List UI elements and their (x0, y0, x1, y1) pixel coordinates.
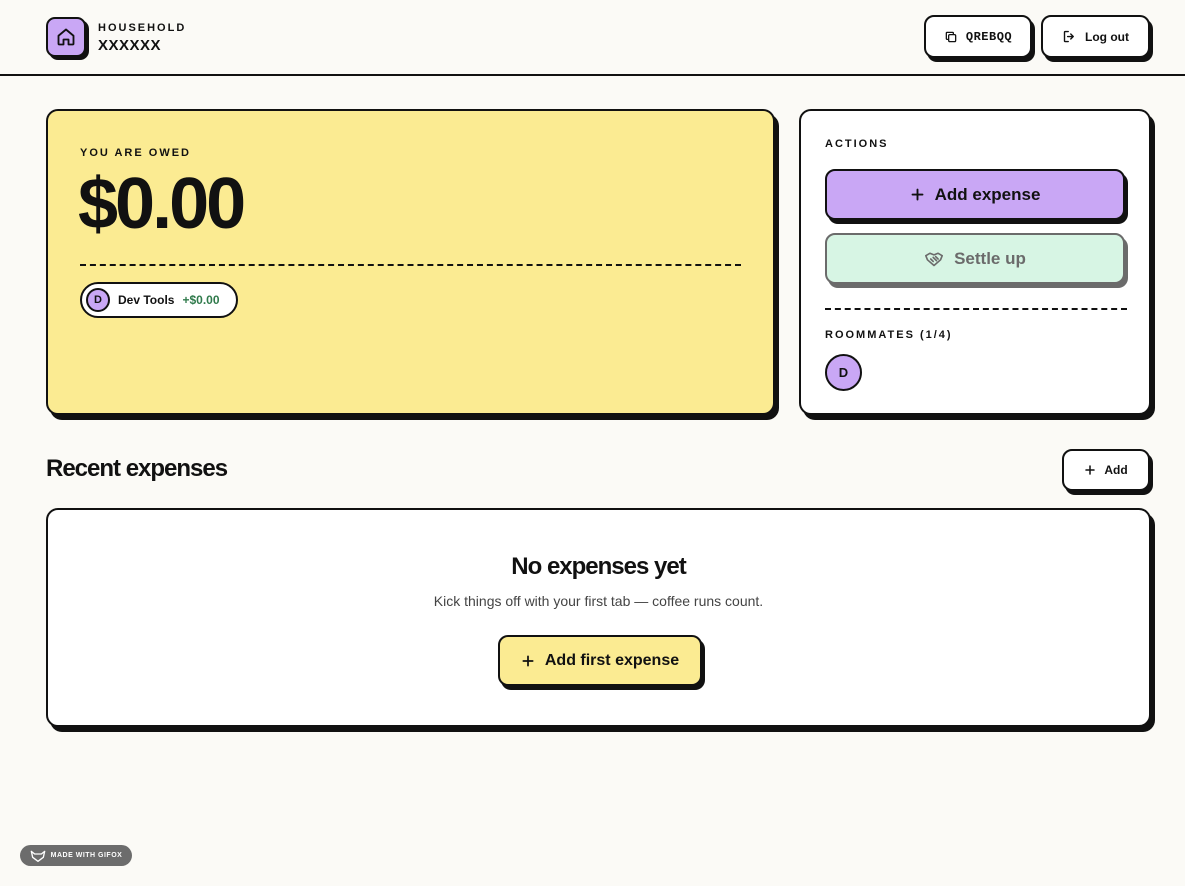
divider (80, 264, 741, 266)
household-logo (46, 17, 86, 57)
empty-subtitle: Kick things off with your first tab — co… (433, 593, 764, 609)
actions-card: ACTIONS Add expense Settle up ROOMMATES … (799, 109, 1151, 415)
add-label: Add (1104, 463, 1128, 477)
invite-code-button[interactable]: QREBQQ (924, 15, 1032, 58)
roommate-avatar[interactable]: D (825, 354, 862, 391)
add-first-expense-label: Add first expense (544, 651, 680, 669)
plus-icon (522, 654, 534, 667)
add-expense-button[interactable]: Add expense (825, 169, 1125, 220)
logout-icon (1063, 30, 1074, 43)
avatar: D (86, 288, 110, 312)
logout-label: Log out (1085, 29, 1129, 44)
roommates-eyebrow: ROOMMATES (1/4) (825, 329, 953, 341)
settle-up-label: Settle up (954, 248, 1026, 268)
expenses-empty-state: No expenses yet Kick things off with you… (46, 508, 1151, 727)
empty-title: No expenses yet (511, 553, 686, 580)
add-expense-label: Add expense (934, 184, 1041, 204)
member-balance-chip[interactable]: D Dev Tools +$0.00 (80, 282, 238, 318)
balance-amount: $0.00 (78, 164, 246, 244)
logout-button[interactable]: Log out (1041, 15, 1150, 58)
add-first-expense-button[interactable]: Add first expense (498, 635, 702, 686)
app-header: HOUSEHOLD XXXXXX QREBQQ Log out (0, 0, 1185, 76)
balance-eyebrow: YOU ARE OWED (80, 147, 191, 159)
badge-label: MADE WITH GIFOX (50, 852, 123, 859)
fox-icon (30, 850, 45, 862)
invite-code-label: QREBQQ (965, 29, 1013, 44)
household-name: XXXXXX (98, 37, 162, 54)
actions-eyebrow: ACTIONS (825, 138, 889, 150)
member-name: Dev Tools (118, 293, 175, 307)
plus-icon (911, 188, 924, 201)
balance-card: YOU ARE OWED $0.00 D Dev Tools +$0.00 (46, 109, 775, 415)
recent-expenses-title: Recent expenses (46, 455, 228, 482)
household-eyebrow: HOUSEHOLD (98, 22, 187, 34)
home-icon (57, 28, 75, 46)
handshake-icon (925, 251, 944, 266)
member-amount: +$0.00 (182, 293, 220, 307)
copy-icon (945, 31, 957, 42)
divider (825, 308, 1127, 310)
settle-up-button[interactable]: Settle up (825, 233, 1125, 284)
add-button[interactable]: Add (1062, 449, 1150, 491)
plus-icon (1085, 465, 1096, 475)
made-with-badge[interactable]: MADE WITH GIFOX (20, 845, 132, 866)
